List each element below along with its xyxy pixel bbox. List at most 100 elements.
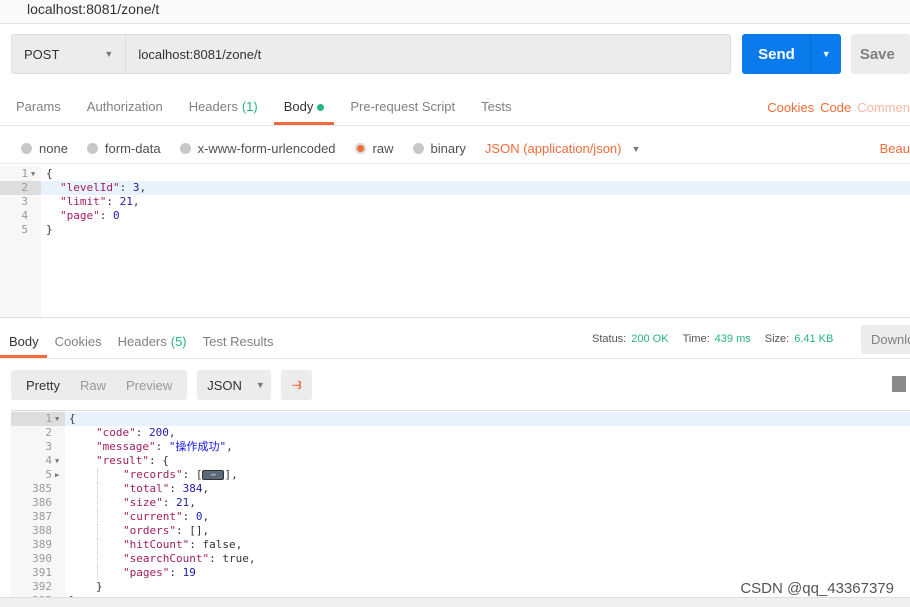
request-tabs: Params Authorization Headers (1) Body Pre-req… — [0, 88, 910, 126]
tab-body[interactable]: Body — [273, 88, 335, 125]
code-token: "orders" — [123, 524, 176, 537]
line-number: 386 — [32, 496, 52, 509]
tab-authorization[interactable]: Authorization — [77, 88, 173, 125]
tab-headers[interactable]: Headers (1) — [179, 88, 268, 125]
collapsed-array-icon[interactable]: ↔ — [202, 470, 225, 480]
radio-form-data[interactable]: form-data — [86, 141, 161, 156]
beautify-link[interactable]: Beau — [880, 141, 910, 156]
line-number: 1 — [45, 412, 52, 425]
code-text: } — [46, 223, 53, 237]
response-tab-body[interactable]: Body — [0, 325, 47, 358]
code-token: , — [202, 482, 210, 495]
tab-count: (5) — [170, 334, 187, 349]
code-token: : true, — [209, 552, 256, 565]
radio-label: none — [39, 141, 68, 156]
tab-pre-request-script[interactable]: Pre-request Script — [340, 88, 465, 125]
response-body-viewer[interactable]: 1 ▼{2 "code": 200, 3 "message": "操作成功", 4 ▼ "re… — [11, 410, 910, 597]
code-text: "searchCount": true, — [123, 552, 255, 566]
code-token: : — [155, 440, 169, 453]
radio-label: raw — [372, 141, 394, 156]
url-input[interactable]: localhost:8081/zone/t — [125, 34, 732, 74]
send-button[interactable]: Send ▼ — [742, 34, 841, 74]
code-token: "limit" — [60, 195, 107, 208]
line-number: 3 — [45, 440, 52, 453]
code-text: "hitCount": false, — [123, 538, 242, 552]
radio-raw[interactable]: raw — [354, 141, 394, 156]
radio-circle-icon[interactable] — [179, 143, 191, 154]
comments-link[interactable]: Commen — [857, 100, 910, 115]
time-value: 439 ms — [714, 333, 751, 345]
code-link[interactable]: Code — [820, 100, 851, 115]
content-type-select[interactable]: JSON (application/json) — [485, 141, 622, 156]
tab-tests[interactable]: Tests — [471, 88, 521, 125]
code-token: "current" — [123, 510, 183, 523]
code-text: "result": { — [96, 454, 169, 468]
code-text: { — [69, 412, 76, 426]
method-select[interactable]: POST ▼ — [11, 34, 126, 74]
line-number: 389 — [32, 538, 52, 551]
code-line: 1 ▼ { — [11, 412, 910, 426]
code-token: , — [139, 181, 147, 194]
request-links: Cookies Code Commen — [761, 88, 910, 128]
tab-count: (1) — [241, 99, 258, 114]
fold-arrow-down-icon[interactable]: ▼ — [31, 167, 35, 181]
code-token: , — [202, 510, 210, 523]
view-mode-preview[interactable]: Preview — [116, 378, 182, 393]
line-number: 2 — [45, 426, 52, 439]
view-mode-raw[interactable]: Raw — [70, 378, 116, 393]
radio-binary[interactable]: binary — [412, 141, 466, 156]
indent-guide — [97, 524, 98, 538]
code-token: : false, — [189, 538, 243, 551]
view-mode-pretty[interactable]: Pretty — [16, 378, 70, 393]
radio-circle-icon[interactable] — [86, 143, 98, 154]
code-token: , — [226, 440, 233, 453]
code-token: : — [135, 426, 149, 439]
code-token: "hitCount" — [123, 538, 190, 551]
wrap-lines-icon[interactable]: ⥽ — [281, 370, 313, 400]
response-tab-cookies[interactable]: Cookies — [47, 325, 110, 358]
line-number: 3 — [21, 195, 28, 208]
fold-arrow-down-icon[interactable]: ▼ — [55, 454, 59, 468]
copy-icon[interactable] — [892, 376, 906, 392]
code-token: "size" — [123, 496, 163, 509]
line-number: 4 — [21, 209, 28, 222]
response-tab-test-results[interactable]: Test Results — [195, 325, 282, 358]
url-bar: POST ▼ localhost:8081/zone/t Send ▼ Save — [11, 34, 910, 74]
radio-none[interactable]: none — [21, 141, 68, 156]
code-text: "limit": 21, — [60, 195, 139, 209]
line-number: 390 — [32, 552, 52, 565]
fold-arrow-down-icon[interactable]: ▼ — [55, 412, 59, 426]
code-token: "操作成功" — [168, 440, 227, 453]
indent-guide — [97, 566, 98, 580]
send-options-chevron-icon[interactable]: ▼ — [811, 34, 840, 74]
radio-circle-icon[interactable] — [21, 143, 32, 154]
request-body-editor[interactable]: 1 ▼ {2 "levelId": 3, 3 "limit": 21, 4 "page": 0… — [0, 166, 910, 318]
indent-guide — [97, 496, 98, 510]
format-select[interactable]: JSON ▼ — [197, 370, 272, 400]
tab-label: Pre-request Script — [350, 99, 456, 114]
radio-label: binary — [430, 141, 466, 156]
tab-label: Params — [16, 99, 61, 114]
tab-params[interactable]: Params — [6, 88, 71, 125]
save-button[interactable]: Save — [850, 34, 910, 74]
code-token: , — [168, 426, 176, 439]
code-text: "records": [↔], — [123, 468, 238, 482]
fold-arrow-right-icon[interactable]: ▶ — [55, 468, 59, 482]
code-text: } — [96, 580, 103, 594]
cookies-link[interactable]: Cookies — [767, 100, 814, 115]
radio-x-www-form-urlencoded[interactable]: x-www-form-urlencoded — [179, 141, 336, 156]
code-token: : — [106, 195, 120, 208]
code-token: : — [99, 209, 113, 222]
code-token: "message" — [96, 440, 156, 453]
watermark: CSDN @qq_43367379 — [740, 580, 894, 597]
body-set-indicator-icon — [317, 104, 325, 111]
radio-circle-icon[interactable] — [354, 143, 366, 154]
download-button[interactable]: Downlo — [861, 325, 910, 354]
code-token: "levelId" — [60, 181, 120, 194]
format-value: JSON — [207, 377, 242, 393]
radio-circle-icon[interactable] — [412, 143, 424, 154]
response-tab-headers[interactable]: Headers (5) — [110, 325, 195, 358]
view-mode-selector: Pretty Raw Preview — [11, 370, 188, 400]
send-label[interactable]: Send — [742, 34, 812, 74]
response-status: Status: 200 OK Time: 439 ms Size: 6.41 KB — [592, 333, 833, 345]
